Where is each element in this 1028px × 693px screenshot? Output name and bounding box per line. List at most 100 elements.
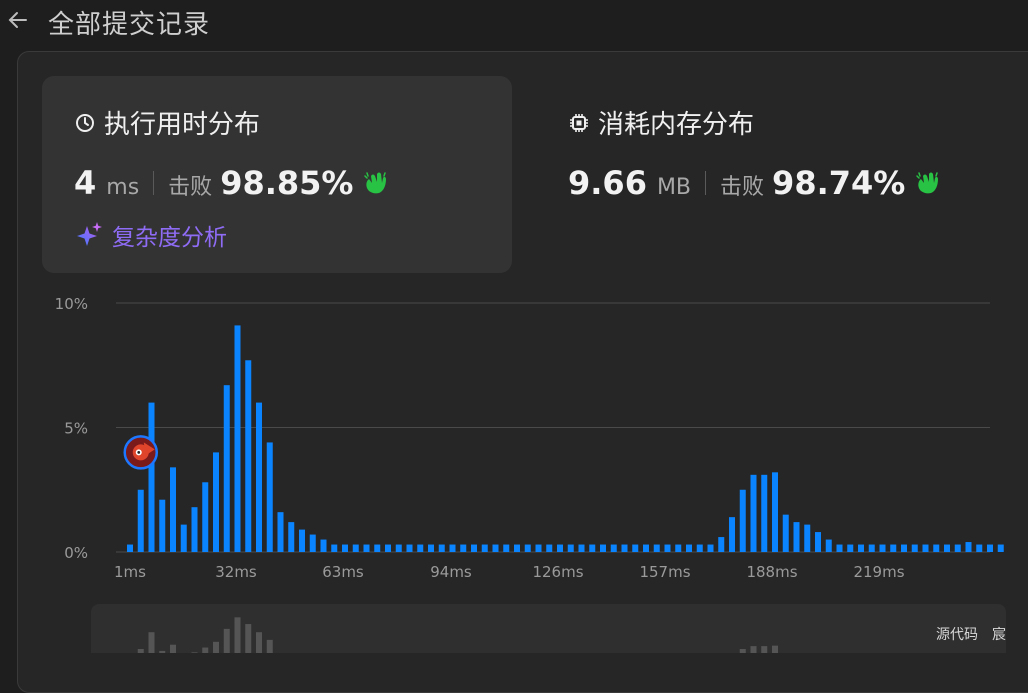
bar[interactable] <box>428 544 434 552</box>
bar[interactable] <box>342 544 348 552</box>
overview-bar <box>170 644 176 653</box>
bar[interactable] <box>363 544 370 552</box>
bar[interactable] <box>804 524 811 552</box>
bar[interactable] <box>944 544 950 552</box>
bar[interactable] <box>277 512 284 552</box>
bar[interactable] <box>643 544 649 552</box>
bar[interactable] <box>137 489 144 552</box>
bar[interactable] <box>664 544 671 552</box>
bar[interactable] <box>890 544 897 552</box>
overview-bar <box>256 632 262 653</box>
bar[interactable] <box>213 452 219 552</box>
bar[interactable] <box>288 522 295 552</box>
bar[interactable] <box>578 544 585 552</box>
bar[interactable] <box>922 544 929 552</box>
bar[interactable] <box>600 544 606 552</box>
bar[interactable] <box>514 544 520 552</box>
x-tick-label: 126ms <box>532 563 583 581</box>
bar[interactable] <box>987 544 993 552</box>
bar[interactable] <box>815 532 821 552</box>
overview-bar <box>137 649 144 653</box>
bar[interactable] <box>223 385 230 552</box>
overview-bar <box>761 646 768 653</box>
bar[interactable] <box>180 524 187 552</box>
bar[interactable] <box>933 544 940 552</box>
bar[interactable] <box>675 544 682 552</box>
x-tick-label: 94ms <box>430 563 472 581</box>
bar[interactable] <box>234 325 241 552</box>
bar[interactable] <box>492 544 499 552</box>
bar[interactable] <box>535 544 542 552</box>
bar[interactable] <box>901 544 907 552</box>
bar[interactable] <box>395 544 402 552</box>
bar[interactable] <box>653 544 660 552</box>
bar[interactable] <box>868 544 875 552</box>
bar[interactable] <box>707 544 714 552</box>
bar[interactable] <box>191 507 198 552</box>
bar[interactable] <box>825 539 832 552</box>
bar[interactable] <box>782 514 789 552</box>
bar[interactable] <box>299 529 305 552</box>
bar[interactable] <box>557 544 563 552</box>
bar[interactable] <box>750 474 757 552</box>
user-name[interactable]: 宸 <box>992 627 1006 643</box>
bar[interactable] <box>718 537 725 552</box>
bar[interactable] <box>266 442 273 552</box>
bar[interactable] <box>374 544 381 552</box>
bar[interactable] <box>729 517 735 552</box>
x-tick-label: 188ms <box>746 563 797 581</box>
bar[interactable] <box>696 544 703 552</box>
bar[interactable] <box>879 544 886 552</box>
runtime-distribution-chart: 10% 5% 0% 1ms 32ms 63ms 94ms 126ms 157ms 188ms 219… <box>55 295 1006 653</box>
bar[interactable] <box>503 544 510 552</box>
bar[interactable] <box>127 544 133 552</box>
avatar-pupil <box>137 451 141 454</box>
bar[interactable] <box>610 544 617 552</box>
bar[interactable] <box>202 482 209 552</box>
bar[interactable] <box>954 544 961 552</box>
bar[interactable] <box>449 544 456 552</box>
overview-bar <box>213 641 219 653</box>
bar[interactable] <box>632 544 639 552</box>
bar[interactable] <box>320 539 327 552</box>
overview-bar <box>245 624 252 653</box>
bar[interactable] <box>460 544 467 552</box>
bar[interactable] <box>159 499 166 552</box>
bar[interactable] <box>772 472 778 552</box>
bar[interactable] <box>621 544 628 552</box>
bar[interactable] <box>148 402 155 552</box>
overview-bar <box>739 649 746 653</box>
bar[interactable] <box>481 544 488 552</box>
bar[interactable] <box>858 544 864 552</box>
bar[interactable] <box>524 544 531 552</box>
bar[interactable] <box>406 544 413 552</box>
bar[interactable] <box>331 544 338 552</box>
footer-links: 源代码宸 <box>936 624 1020 644</box>
bar[interactable] <box>686 544 692 552</box>
bar[interactable] <box>976 544 983 552</box>
bar[interactable] <box>546 544 553 552</box>
bar[interactable] <box>385 544 391 552</box>
bar[interactable] <box>417 544 424 552</box>
bar[interactable] <box>567 544 574 552</box>
x-tick-label: 32ms <box>215 563 257 581</box>
bar[interactable] <box>739 489 746 552</box>
bar[interactable] <box>589 544 596 552</box>
bar[interactable] <box>997 544 1004 552</box>
bar[interactable] <box>256 402 262 552</box>
bar[interactable] <box>170 467 176 552</box>
x-tick-label: 219ms <box>853 563 904 581</box>
bar[interactable] <box>911 544 918 552</box>
bar[interactable] <box>761 474 768 552</box>
source-code-link[interactable]: 源代码 <box>936 627 978 643</box>
bar[interactable] <box>245 360 252 552</box>
y-tick-label: 5% <box>64 420 88 438</box>
bar[interactable] <box>352 544 359 552</box>
bar[interactable] <box>965 542 972 552</box>
bar[interactable] <box>847 544 854 552</box>
bar[interactable] <box>309 534 316 552</box>
bar[interactable] <box>793 522 800 552</box>
bar[interactable] <box>438 544 445 552</box>
bar[interactable] <box>471 544 477 552</box>
bar[interactable] <box>836 544 843 552</box>
